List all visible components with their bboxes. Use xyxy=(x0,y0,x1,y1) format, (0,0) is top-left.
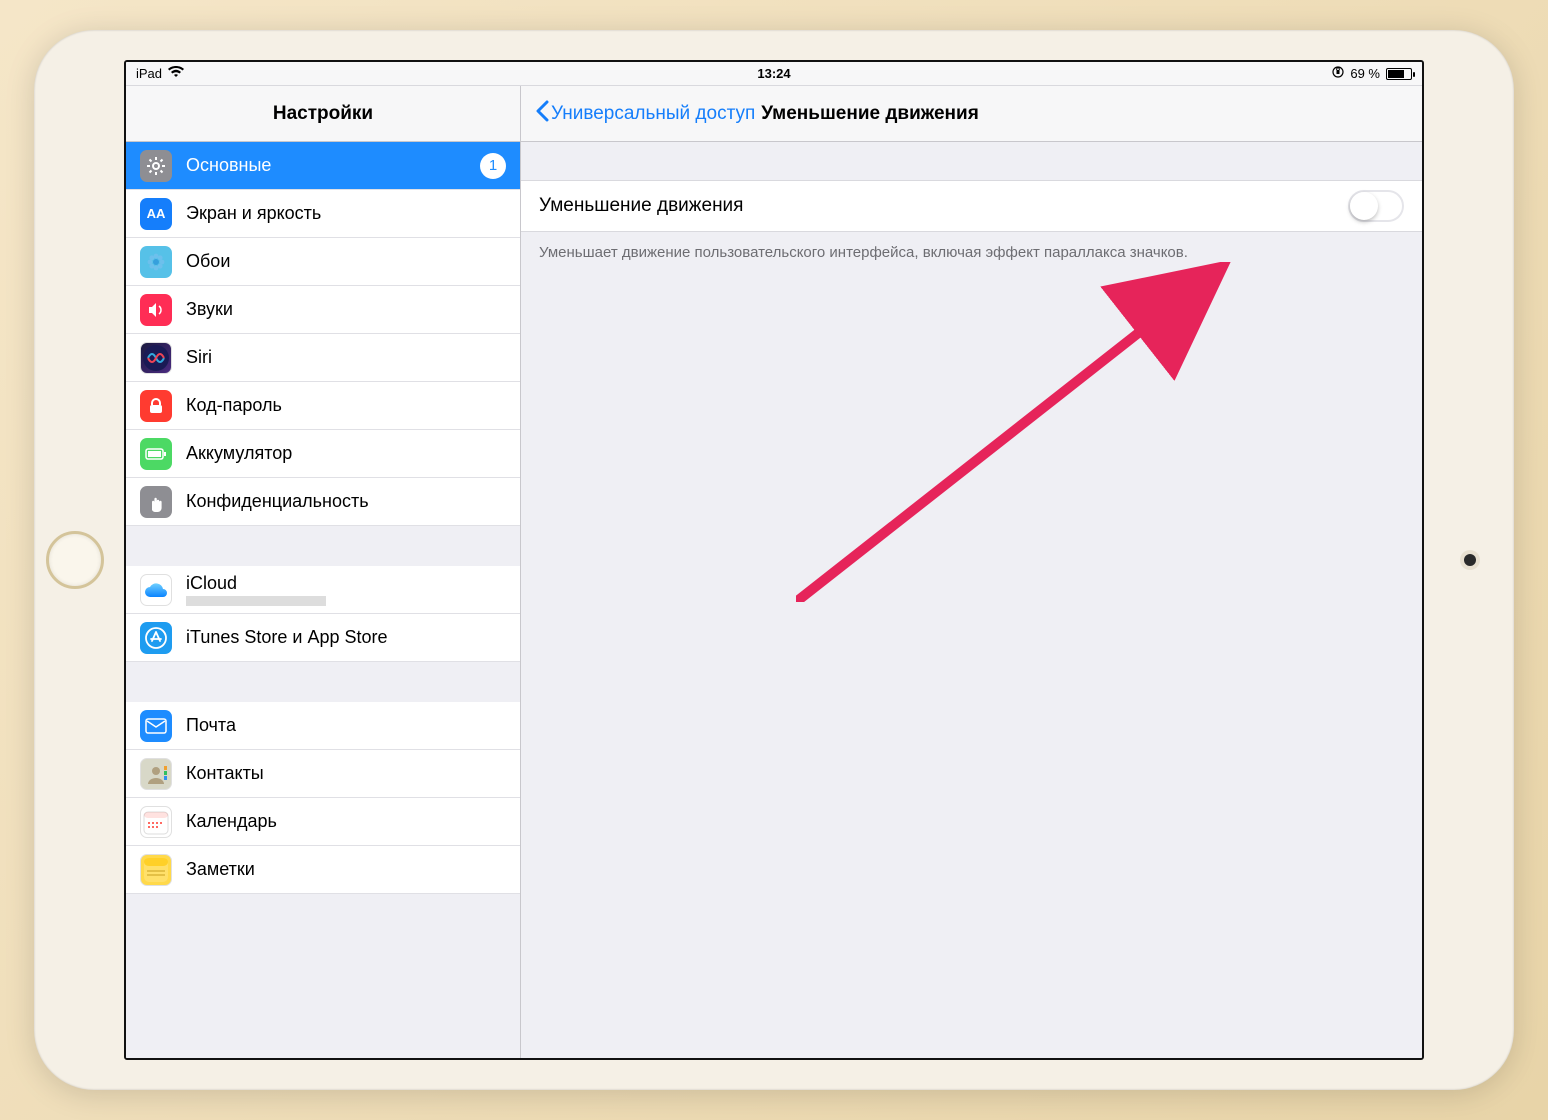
wifi-icon xyxy=(168,66,184,81)
clock: 13:24 xyxy=(757,66,790,81)
ipad-device-frame: iPad 13:24 69 % Настройки Основные 1 AA Экр… xyxy=(34,30,1514,1090)
sidebar-item-label: Почта xyxy=(186,715,236,736)
sidebar-item-label: Код-пароль xyxy=(186,395,282,416)
sidebar-title: Настройки xyxy=(126,86,520,142)
sidebar-item-label: Звуки xyxy=(186,299,233,320)
front-camera xyxy=(1464,554,1476,566)
toggle-label: Уменьшение движения xyxy=(539,195,743,217)
chevron-left-icon xyxy=(535,100,549,128)
home-button[interactable] xyxy=(46,531,104,589)
setting-description: Уменьшает движение пользовательского инт… xyxy=(521,232,1422,273)
cloud-icon xyxy=(140,574,172,606)
lock-icon xyxy=(140,390,172,422)
badge: 1 xyxy=(480,153,506,179)
settings-sidebar: Настройки Основные 1 AA Экран и яркость Обои… xyxy=(126,86,521,1058)
sidebar-item-label: Конфиденциальность xyxy=(186,491,369,512)
mail-icon xyxy=(140,710,172,742)
sidebar-item-label: iCloud xyxy=(186,573,326,594)
account-email-redacted xyxy=(186,596,326,606)
detail-title: Уменьшение движения xyxy=(761,103,979,125)
back-button[interactable]: Универсальный доступ xyxy=(535,100,755,128)
sidebar-item-contacts[interactable]: Контакты xyxy=(126,750,520,798)
battery-icon xyxy=(1386,68,1412,80)
sidebar-item-siri[interactable]: Siri xyxy=(126,334,520,382)
calendar-icon xyxy=(140,806,172,838)
sidebar-item-mail[interactable]: Почта xyxy=(126,702,520,750)
sidebar-item-label: Контакты xyxy=(186,763,264,784)
sidebar-item-label: iTunes Store и App Store xyxy=(186,627,388,648)
orientation-lock-icon xyxy=(1332,66,1344,81)
sidebar-item-label: Экран и яркость xyxy=(186,203,321,224)
sidebar-item-label: Календарь xyxy=(186,811,277,832)
sidebar-item-label: Заметки xyxy=(186,859,255,880)
speaker-icon xyxy=(140,294,172,326)
battery-percent: 69 % xyxy=(1350,66,1380,81)
flower-icon xyxy=(140,246,172,278)
device-label: iPad xyxy=(136,66,162,81)
sidebar-item-calendar[interactable]: Календарь xyxy=(126,798,520,846)
sidebar-item-wallpaper[interactable]: Обои xyxy=(126,238,520,286)
notes-icon xyxy=(140,854,172,886)
sidebar-item-general[interactable]: Основные 1 xyxy=(126,142,520,190)
hand-icon xyxy=(140,486,172,518)
status-bar: iPad 13:24 69 % xyxy=(126,62,1422,86)
sidebar-item-privacy[interactable]: Конфиденциальность xyxy=(126,478,520,526)
gear-icon xyxy=(140,150,172,182)
sidebar-item-icloud[interactable]: iCloud xyxy=(126,566,520,614)
reduce-motion-switch[interactable] xyxy=(1348,190,1404,222)
sidebar-item-itunes[interactable]: iTunes Store и App Store xyxy=(126,614,520,662)
detail-pane: Универсальный доступ Уменьшение движения… xyxy=(521,86,1422,1058)
sidebar-item-label: Siri xyxy=(186,347,212,368)
reduce-motion-row[interactable]: Уменьшение движения xyxy=(521,180,1422,232)
detail-header: Универсальный доступ Уменьшение движения xyxy=(521,86,1422,142)
sidebar-item-battery[interactable]: Аккумулятор xyxy=(126,430,520,478)
sidebar-item-label: Аккумулятор xyxy=(186,443,292,464)
sidebar-item-notes[interactable]: Заметки xyxy=(126,846,520,894)
sidebar-item-sounds[interactable]: Звуки xyxy=(126,286,520,334)
sidebar-item-passcode[interactable]: Код-пароль xyxy=(126,382,520,430)
back-label: Универсальный доступ xyxy=(551,103,755,125)
siri-icon xyxy=(140,342,172,374)
sidebar-item-label: Основные xyxy=(186,155,271,176)
AA-icon: AA xyxy=(140,198,172,230)
contacts-icon xyxy=(140,758,172,790)
battery-icon xyxy=(140,438,172,470)
annotation-arrow xyxy=(796,262,1236,602)
appstore-icon xyxy=(140,622,172,654)
sidebar-item-display[interactable]: AA Экран и яркость xyxy=(126,190,520,238)
sidebar-item-label: Обои xyxy=(186,251,230,272)
screen: iPad 13:24 69 % Настройки Основные 1 AA Экр… xyxy=(124,60,1424,1060)
